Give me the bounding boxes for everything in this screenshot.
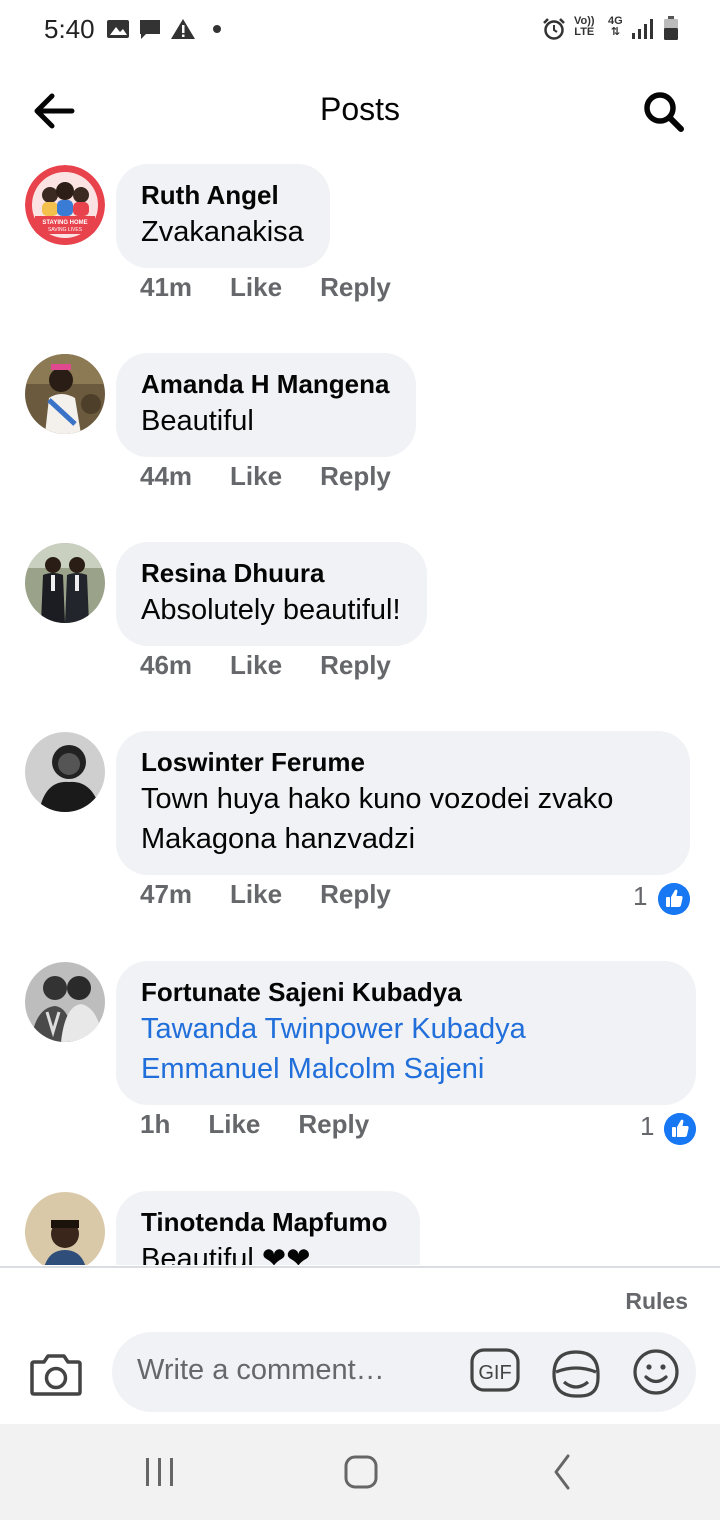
alarm-icon [543, 18, 565, 40]
gif-label: GIF [478, 1362, 511, 1384]
reply-button[interactable]: Reply [320, 272, 391, 302]
like-button[interactable]: Like [230, 879, 282, 909]
image-icon [107, 20, 129, 38]
comment-time[interactable]: 1h [140, 1109, 170, 1139]
reply-button[interactable]: Reply [320, 650, 391, 680]
avatar[interactable] [25, 543, 105, 623]
comment-bubble[interactable]: Tinotenda Mapfumo Beautiful ❤❤ [116, 1191, 420, 1265]
message-icon [140, 20, 160, 39]
comment-bubble[interactable]: Fortunate Sajeni Kubadya Tawanda Twinpow… [116, 961, 696, 1105]
thumbs-up-icon[interactable] [658, 883, 690, 915]
svg-text:STAYING HOME: STAYING HOME [42, 220, 87, 226]
comment-bubble[interactable]: Ruth Angel Zvakanakisa [116, 164, 330, 268]
camera-icon[interactable] [28, 1348, 84, 1400]
like-button[interactable]: Like [230, 650, 282, 680]
reaction-count[interactable]: 1 [633, 881, 647, 912]
svg-text:SAVING LIVES: SAVING LIVES [48, 227, 83, 233]
comment-text: Beautiful ❤❤ [141, 1243, 311, 1265]
divider [0, 1266, 720, 1268]
comment-author[interactable]: Resina Dhuura [141, 556, 401, 590]
status-bar: 5:40 Vo)) LTE 4G ⇅ [0, 0, 720, 60]
comment-text: Town huya hako kuno vozodei zvako [141, 783, 614, 815]
reply-button[interactable]: Reply [320, 461, 391, 491]
mentioned-user-link[interactable]: Tawanda Twinpower Kubadya [141, 1009, 670, 1049]
signal-icon [632, 19, 653, 39]
gif-button[interactable]: GIF [470, 1348, 520, 1394]
comment-actions: 41m Like Reply [140, 272, 429, 303]
comment-time[interactable]: 46m [140, 650, 192, 680]
comment-text: Makagona hanzvadzi [141, 823, 416, 855]
status-time: 5:40 [44, 14, 95, 44]
like-button[interactable]: Like [230, 272, 282, 302]
volte-icon: Vo)) LTE [574, 16, 595, 38]
comment-actions: 46m Like Reply [140, 650, 429, 681]
app-header: Posts [0, 62, 720, 158]
dot-icon [213, 25, 221, 33]
page-title: Posts [319, 91, 401, 127]
comments-list: STAYING HOME SAVING LIVES Ruth Angel Zva… [0, 160, 720, 1265]
avatar[interactable] [25, 354, 105, 434]
comment-text: Absolutely beautiful! [141, 594, 401, 626]
avatar[interactable] [25, 962, 105, 1042]
comment-author[interactable]: Loswinter Ferume [141, 745, 664, 779]
sticker-icon[interactable] [550, 1348, 602, 1400]
comment-time[interactable]: 41m [140, 272, 192, 302]
comment-text: Beautiful [141, 405, 254, 437]
search-icon[interactable] [636, 86, 692, 136]
comment-bubble[interactable]: Resina Dhuura Absolutely beautiful! [116, 542, 427, 646]
comment-input[interactable] [137, 1354, 467, 1387]
like-button[interactable]: Like [230, 461, 282, 491]
comment-author[interactable]: Ruth Angel [141, 178, 304, 212]
data-arrows: ⇅ [610, 26, 620, 38]
mentioned-user-link[interactable]: Emmanuel Malcolm Sajeni [141, 1049, 670, 1089]
comment-actions: 47m Like Reply [140, 879, 429, 910]
comment-time[interactable]: 47m [140, 879, 192, 909]
avatar[interactable] [25, 732, 105, 812]
reply-button[interactable]: Reply [298, 1109, 369, 1139]
comment-actions: 44m Like Reply [140, 461, 429, 492]
comment-composer: GIF [112, 1332, 696, 1412]
comment-author[interactable]: Tinotenda Mapfumo [141, 1205, 394, 1239]
avatar[interactable] [25, 1192, 105, 1265]
comment-author[interactable]: Fortunate Sajeni Kubadya [141, 975, 670, 1009]
rules-link[interactable]: Rules [625, 1288, 688, 1315]
like-button[interactable]: Like [208, 1109, 260, 1139]
smiley-icon[interactable] [632, 1348, 680, 1396]
back-icon[interactable] [540, 1452, 584, 1492]
comment-bubble[interactable]: Loswinter Ferume Town huya hako kuno voz… [116, 731, 690, 875]
battery-icon [664, 16, 678, 40]
thumbs-up-icon[interactable] [664, 1113, 696, 1145]
reaction-count[interactable]: 1 [640, 1111, 654, 1142]
comment-actions: 1h Like Reply [140, 1109, 407, 1140]
comment-author[interactable]: Amanda H Mangena [141, 367, 390, 401]
recent-apps-icon[interactable] [138, 1452, 182, 1492]
system-nav-bar [0, 1424, 720, 1520]
reply-button[interactable]: Reply [320, 879, 391, 909]
comment-text: Zvakanakisa [141, 216, 304, 248]
comment-bubble[interactable]: Amanda H Mangena Beautiful [116, 353, 416, 457]
warning-icon [171, 19, 195, 39]
home-icon[interactable] [339, 1452, 383, 1492]
volte-bottom-label: LTE [574, 26, 595, 38]
4g-icon: 4G ⇅ [608, 16, 623, 38]
comment-time[interactable]: 44m [140, 461, 192, 491]
avatar[interactable]: STAYING HOME SAVING LIVES [25, 165, 105, 245]
